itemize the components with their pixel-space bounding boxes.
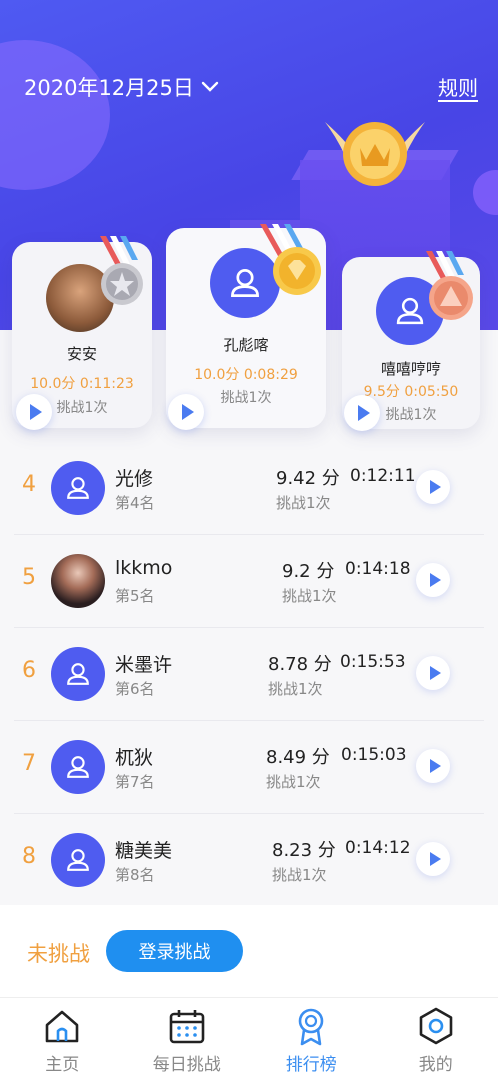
avatar — [51, 647, 105, 701]
table-row[interactable]: 5 lkkmo 第5名 9.2 分 0:14:18 挑战1次 — [14, 535, 484, 628]
podium-name: 孔彪喀 — [223, 336, 269, 354]
table-row[interactable]: 8 糖美美 第8名 8.23 分 0:14:12 挑战1次 — [14, 814, 484, 907]
podium-score-line: 10.0分 0:08:29 — [194, 367, 298, 383]
play-button[interactable] — [416, 656, 450, 690]
tab-label: 每日挑战 — [152, 1055, 221, 1075]
tab-daily-challenge[interactable]: 每日挑战 — [125, 998, 250, 1080]
user-icon — [67, 663, 89, 685]
my-status-bar: 未挑战 登录挑战 — [0, 905, 498, 997]
tab-label: 主页 — [45, 1055, 80, 1075]
decor-circle — [473, 170, 498, 215]
home-icon — [45, 1010, 79, 1043]
play-icon — [182, 404, 194, 420]
avatar — [51, 740, 105, 794]
play-button[interactable] — [16, 394, 52, 430]
time-value: 0:14:18 — [345, 559, 411, 579]
table-row[interactable]: 4 光修 第4名 9.42 分 0:12:11 挑战1次 — [14, 442, 484, 535]
play-icon — [30, 404, 42, 420]
ranking-list: 4 光修 第4名 9.42 分 0:12:11 挑战1次 5 lkkmo 第5名… — [0, 442, 498, 907]
podium-card-first[interactable]: 孔彪喀 10.0分 0:08:29 挑战1次 — [166, 224, 326, 430]
user-icon — [396, 297, 424, 325]
user-icon — [231, 269, 259, 297]
tab-leaderboard[interactable]: 排行榜 — [249, 998, 374, 1080]
login-challenge-button[interactable]: 登录挑战 — [106, 930, 243, 972]
time-value: 0:14:12 — [345, 838, 411, 858]
challenge-status: 未挑战 — [27, 942, 90, 966]
podium-name: 安安 — [66, 345, 97, 363]
play-button[interactable] — [168, 394, 204, 430]
place-label: 第7名 — [115, 773, 155, 791]
rank-number: 4 — [22, 472, 36, 497]
user-icon — [67, 756, 89, 778]
avatar — [51, 833, 105, 887]
tries-label: 挑战1次 — [276, 494, 331, 512]
tries-label: 挑战1次 — [272, 866, 327, 884]
user-name: 杌狄 — [115, 747, 154, 769]
calendar-icon — [169, 1010, 205, 1044]
place-label: 第4名 — [115, 494, 155, 512]
tab-label: 排行榜 — [285, 1055, 337, 1075]
time-value: 0:15:53 — [340, 652, 406, 672]
tries-label: 挑战1次 — [268, 680, 323, 698]
decor-circle — [0, 40, 110, 190]
rules-link[interactable]: 规则 — [438, 72, 478, 101]
tab-home[interactable]: 主页 — [0, 998, 125, 1080]
play-icon — [429, 759, 441, 773]
place-label: 第6名 — [115, 680, 155, 698]
tries-label: 挑战1次 — [282, 587, 337, 605]
table-row[interactable]: 6 米墨许 第6名 8.78 分 0:15:53 挑战1次 — [14, 628, 484, 721]
play-icon — [429, 573, 441, 587]
play-icon — [429, 480, 441, 494]
score-value: 9.42 分 — [276, 468, 340, 489]
play-button[interactable] — [416, 842, 450, 876]
gold-medal-icon — [273, 247, 321, 295]
rank-number: 7 — [22, 751, 36, 776]
table-row[interactable]: 7 杌狄 第7名 8.49 分 0:15:03 挑战1次 — [14, 721, 484, 814]
ribbon-icon — [298, 1008, 324, 1046]
user-name: 糖美美 — [115, 840, 173, 862]
podium-card-third[interactable]: 嘻嘻哼哼 9.5分 0:05:50 挑战1次 — [342, 251, 480, 431]
avatar — [210, 248, 280, 318]
date-selector[interactable]: 2020年12月25日 — [24, 72, 220, 102]
score-value: 9.2 分 — [282, 561, 335, 582]
play-icon — [429, 852, 441, 866]
podium-card-second[interactable]: 安安 10.0分 0:11:23 挑战1次 — [12, 236, 152, 430]
play-button[interactable] — [416, 563, 450, 597]
bottom-tab-bar: 主页 每日挑战 排行榜 我的 — [0, 997, 498, 1080]
time-value: 0:15:03 — [341, 745, 407, 765]
play-button[interactable] — [344, 395, 380, 431]
play-icon — [358, 405, 370, 421]
user-name: 光修 — [115, 468, 154, 490]
place-label: 第5名 — [115, 587, 155, 605]
rank-number: 6 — [22, 658, 36, 683]
rank-number: 8 — [22, 844, 36, 869]
avatar — [51, 554, 105, 608]
avatar — [51, 461, 105, 515]
score-value: 8.49 分 — [266, 747, 330, 768]
user-name: lkkmo — [115, 557, 173, 579]
play-button[interactable] — [416, 749, 450, 783]
tab-label: 我的 — [418, 1055, 453, 1075]
silver-medal-icon — [101, 263, 143, 305]
place-label: 第8名 — [115, 866, 155, 884]
score-value: 8.23 分 — [272, 840, 336, 861]
play-button[interactable] — [416, 470, 450, 504]
play-icon — [429, 666, 441, 680]
podium-name: 嘻嘻哼哼 — [380, 360, 441, 378]
score-value: 8.78 分 — [268, 654, 332, 675]
podium-score-line: 10.0分 0:11:23 — [30, 376, 134, 392]
user-icon — [67, 849, 89, 871]
tab-mine[interactable]: 我的 — [374, 998, 498, 1080]
crown-trophy-icon — [325, 122, 425, 186]
tries-label: 挑战1次 — [266, 773, 321, 791]
time-value: 0:12:11 — [350, 466, 416, 486]
user-icon — [67, 477, 89, 499]
chevron-down-icon — [201, 81, 219, 92]
profile-hex-icon — [419, 1007, 453, 1045]
date-label: 2020年12月25日 — [24, 76, 194, 100]
user-name: 米墨许 — [115, 654, 173, 676]
rank-number: 5 — [22, 565, 36, 590]
bronze-medal-icon — [429, 276, 473, 320]
